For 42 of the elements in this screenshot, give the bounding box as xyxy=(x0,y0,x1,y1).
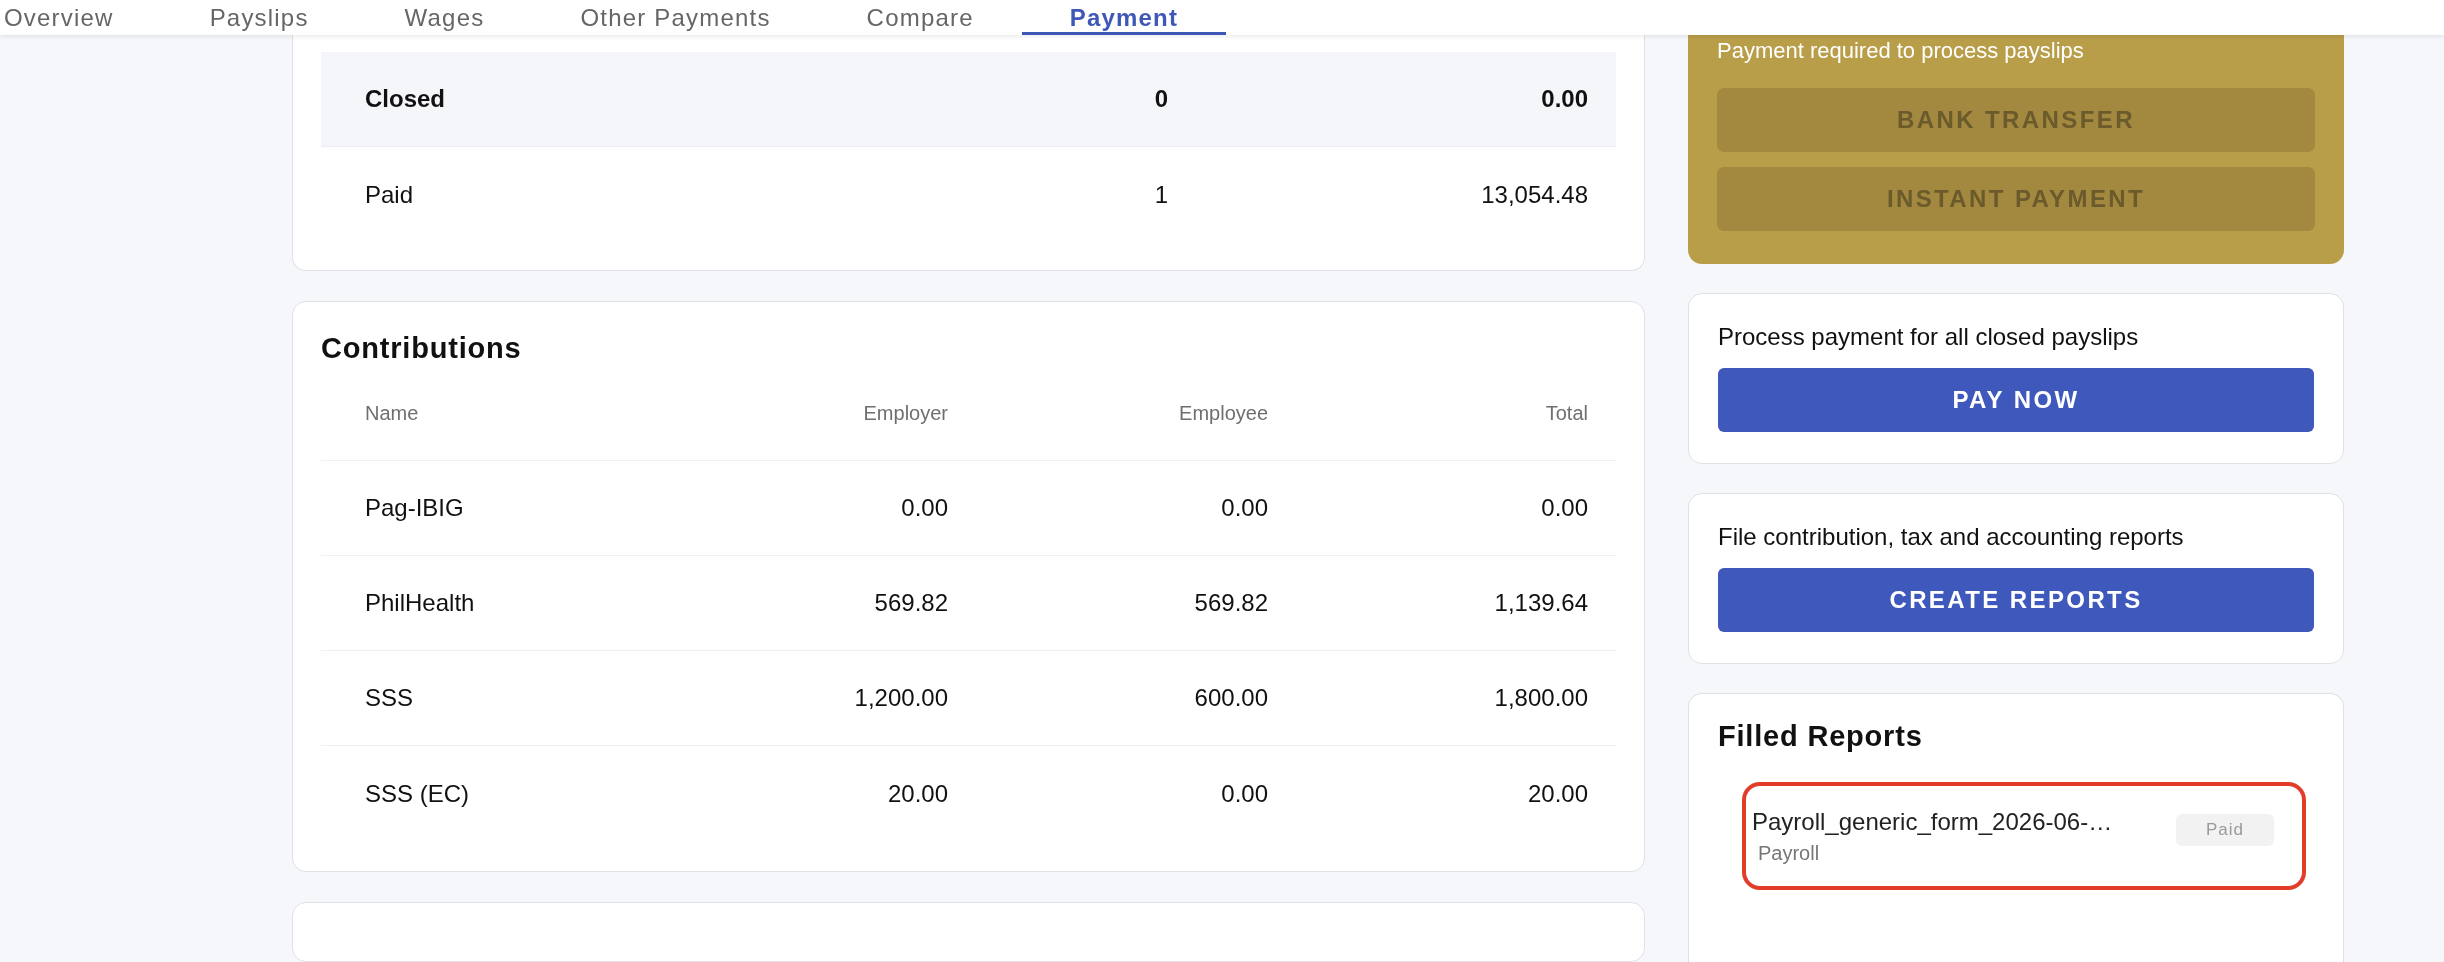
nav-tab[interactable]: Payslips xyxy=(161,0,357,35)
table-cell-text: 569.82 xyxy=(873,589,948,617)
table-cell-text: Pag-IBIG xyxy=(365,494,465,522)
table-cell-text: 0.00 xyxy=(1220,494,1268,522)
nav-tab[interactable]: Overview xyxy=(0,0,162,35)
table-cell-text: 1,139.64 xyxy=(1493,589,1588,617)
table-cell-text: 0.00 xyxy=(1220,779,1268,808)
card-title: Filled Reports xyxy=(1718,719,1924,754)
table-cell-text: 600.00 xyxy=(1193,684,1268,712)
report-item[interactable]: Payroll_generic_form_2026-06-… Payroll Paid xyxy=(1742,782,2306,890)
action-description: Process payment for all closed payslips xyxy=(1718,322,2140,352)
nav-tab[interactable]: Wages xyxy=(356,0,533,35)
status-count: 1 xyxy=(1153,180,1168,209)
column-header: Name xyxy=(365,401,420,425)
action-description: File contribution, tax and accounting reports xyxy=(1718,522,2185,552)
table-cell-text: 1,800.00 xyxy=(1493,684,1588,712)
status-count: 0 xyxy=(1153,85,1168,113)
action-button[interactable]: CREATE REPORTS xyxy=(1718,568,2314,632)
status-badge: Paid xyxy=(2175,814,2274,846)
table-cell-text: 20.00 xyxy=(1526,779,1588,808)
action-button[interactable]: PAY NOW xyxy=(1718,368,2314,432)
report-type: Payroll xyxy=(1757,842,1821,865)
table-cell-text: 569.82 xyxy=(1193,589,1268,617)
column-header: Employee xyxy=(1178,401,1268,425)
status-amount: 0.00 xyxy=(1540,85,1588,113)
column-header: Total xyxy=(1544,401,1588,425)
report-name: Payroll_generic_form_2026-06-… xyxy=(1752,808,2113,836)
status-label: Paid xyxy=(365,180,415,209)
column-header: Employer xyxy=(862,401,948,425)
nav-tab[interactable]: Compare xyxy=(818,0,1022,35)
table-cell-text: 0.00 xyxy=(1540,494,1588,522)
panel-caption: Payment required to process payslips xyxy=(1717,37,2085,65)
status-label: Closed xyxy=(365,85,446,113)
table-cell-text: SSS xyxy=(365,684,415,712)
table-cell-text: 20.00 xyxy=(886,779,948,808)
status-amount: 13,054.48 xyxy=(1480,180,1588,209)
table-cell-text: 1,200.00 xyxy=(853,684,948,712)
nav-tab[interactable]: Other Payments xyxy=(532,0,819,35)
table-cell-text: PhilHealth xyxy=(365,589,476,617)
card-title: Contributions xyxy=(321,331,523,366)
table-cell-text: 0.00 xyxy=(900,494,948,522)
table-cell-text: SSS (EC) xyxy=(365,779,470,808)
